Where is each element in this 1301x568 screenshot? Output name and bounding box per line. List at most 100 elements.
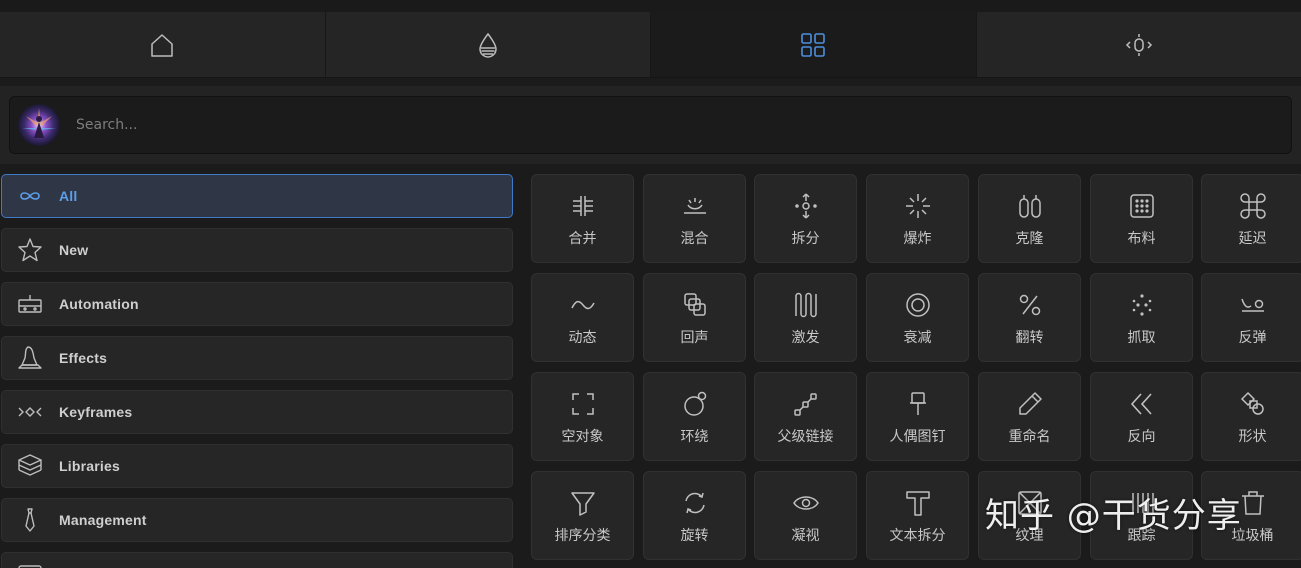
tool-tile-shape[interactable]: 形状 xyxy=(1201,372,1301,461)
tool-tile-blend[interactable]: 混合 xyxy=(643,174,746,263)
sidebar-item-label: Keyframes xyxy=(59,404,133,420)
search-bar xyxy=(9,96,1292,154)
percent-icon xyxy=(1019,294,1040,316)
tool-label: 反弹 xyxy=(1238,330,1267,346)
tool-tile-null-object[interactable]: 空对象 xyxy=(531,372,634,461)
tool-tile-rename[interactable]: 重命名 xyxy=(978,372,1081,461)
text-icon xyxy=(905,491,930,516)
infinity-icon xyxy=(15,181,45,211)
tool-tile-texture[interactable]: 纹理 xyxy=(978,471,1081,560)
sidebar-item-automation[interactable]: Automation xyxy=(1,282,513,326)
keyframes-icon xyxy=(15,397,45,427)
tool-tile-delay[interactable]: 延迟 xyxy=(1201,174,1301,263)
tool-label: 延迟 xyxy=(1238,231,1267,247)
tool-tile-track[interactable]: 跟踪 xyxy=(1090,471,1193,560)
tool-label: 环绕 xyxy=(680,429,709,445)
clone-icon xyxy=(1018,195,1041,218)
tool-tile-explode[interactable]: 爆炸 xyxy=(866,174,969,263)
sidebar-item-all[interactable]: All xyxy=(1,174,513,218)
command-icon xyxy=(1239,193,1266,219)
shapes-icon xyxy=(1240,391,1264,415)
sidebar-item-label: Effects xyxy=(59,350,108,366)
tool-tile-dynamic[interactable]: 动态 xyxy=(531,273,634,362)
merge-icon xyxy=(572,196,593,216)
filter-icon xyxy=(570,492,595,516)
sidebar-item-management[interactable]: Management xyxy=(1,498,513,542)
tool-tile-trash[interactable]: 垃圾桶 xyxy=(1201,471,1301,560)
tool-label: 人偶图钉 xyxy=(889,429,946,445)
sidebar-item-libraries[interactable]: Libraries xyxy=(1,444,513,488)
wizard-hat-icon xyxy=(15,343,45,373)
tool-label: 混合 xyxy=(680,231,709,247)
tool-tile-split[interactable]: 拆分 xyxy=(754,174,857,263)
tool-label: 凝视 xyxy=(791,528,820,544)
tool-tile-clone[interactable]: 克隆 xyxy=(978,174,1081,263)
trash-icon xyxy=(1241,491,1264,515)
tool-tile-cloth[interactable]: 布料 xyxy=(1090,174,1193,263)
tool-tile-echo[interactable]: 回声 xyxy=(643,273,746,362)
null-object-icon xyxy=(571,393,594,415)
window-top-strip xyxy=(0,0,1301,12)
tool-tile-parent-link[interactable]: 父级链接 xyxy=(754,372,857,461)
sidebar-item-label: Management xyxy=(59,512,147,528)
tool-tile-bounce[interactable]: 反弹 xyxy=(1201,273,1301,362)
tool-tile-orbit[interactable]: 环绕 xyxy=(643,372,746,461)
reverse-icon xyxy=(1130,393,1152,415)
eye-icon xyxy=(792,496,819,510)
tool-label: 空对象 xyxy=(561,429,604,445)
tab-droplet[interactable] xyxy=(325,12,651,77)
track-icon xyxy=(1131,493,1154,513)
tool-tile-grab[interactable]: 抓取 xyxy=(1090,273,1193,362)
star-icon xyxy=(15,235,45,265)
tab-grid[interactable] xyxy=(651,12,977,77)
echo-icon xyxy=(683,293,706,316)
tab-home[interactable] xyxy=(0,12,326,77)
explode-icon xyxy=(905,194,930,218)
sidebar-item-keyframes[interactable]: Keyframes xyxy=(1,390,513,434)
tool-label: 排序分类 xyxy=(554,528,611,544)
tab-keyframe[interactable] xyxy=(976,12,1301,77)
search-input[interactable] xyxy=(76,117,1291,133)
tool-label: 形状 xyxy=(1238,429,1267,445)
folder-icon xyxy=(15,559,45,568)
cube-stack-icon xyxy=(15,451,45,481)
blend-icon xyxy=(683,198,706,214)
sidebar-item-label: New xyxy=(59,242,89,258)
sidebar-item-new[interactable]: New xyxy=(1,228,513,272)
robot-icon xyxy=(15,289,45,319)
droplet-icon xyxy=(478,32,497,58)
tool-tile-merge[interactable]: 合并 xyxy=(531,174,634,263)
sidebar-item-label: All xyxy=(59,188,78,204)
avatar[interactable] xyxy=(18,104,60,146)
tool-tile-decay[interactable]: 衰减 xyxy=(866,273,969,362)
tool-tile-excite[interactable]: 激发 xyxy=(754,273,857,362)
keyframe-icon xyxy=(1125,33,1152,56)
sidebar-item-label: Libraries xyxy=(59,458,120,474)
bounce-icon xyxy=(1240,298,1264,312)
tool-tile-flip[interactable]: 翻转 xyxy=(978,273,1081,362)
sidebar-item-partial[interactable] xyxy=(1,552,513,568)
tool-label: 纹理 xyxy=(1015,528,1044,544)
tool-tile-reverse[interactable]: 反向 xyxy=(1090,372,1193,461)
grab-icon xyxy=(1132,294,1151,316)
tool-tile-gaze[interactable]: 凝视 xyxy=(754,471,857,560)
tool-tile-puppet-pin[interactable]: 人偶图钉 xyxy=(866,372,969,461)
grid-icon xyxy=(801,32,826,57)
tool-tile-rotate[interactable]: 旋转 xyxy=(643,471,746,560)
tool-tile-text-split[interactable]: 文本拆分 xyxy=(866,471,969,560)
search-bar-container xyxy=(0,86,1301,164)
sidebar-item-effects[interactable]: Effects xyxy=(1,336,513,380)
tool-label: 重命名 xyxy=(1008,429,1051,445)
tool-tile-sort[interactable]: 排序分类 xyxy=(531,471,634,560)
parent-link-icon xyxy=(793,393,817,416)
tool-label: 反向 xyxy=(1127,429,1156,445)
tool-label: 文本拆分 xyxy=(889,528,946,544)
texture-icon xyxy=(1017,491,1042,515)
tool-label: 克隆 xyxy=(1015,231,1044,247)
excite-icon xyxy=(794,292,817,318)
rotate-icon xyxy=(684,492,705,514)
tool-label: 跟踪 xyxy=(1127,528,1156,544)
tool-label: 抓取 xyxy=(1127,330,1156,346)
tool-label: 翻转 xyxy=(1015,330,1044,346)
cloth-icon xyxy=(1129,194,1154,218)
